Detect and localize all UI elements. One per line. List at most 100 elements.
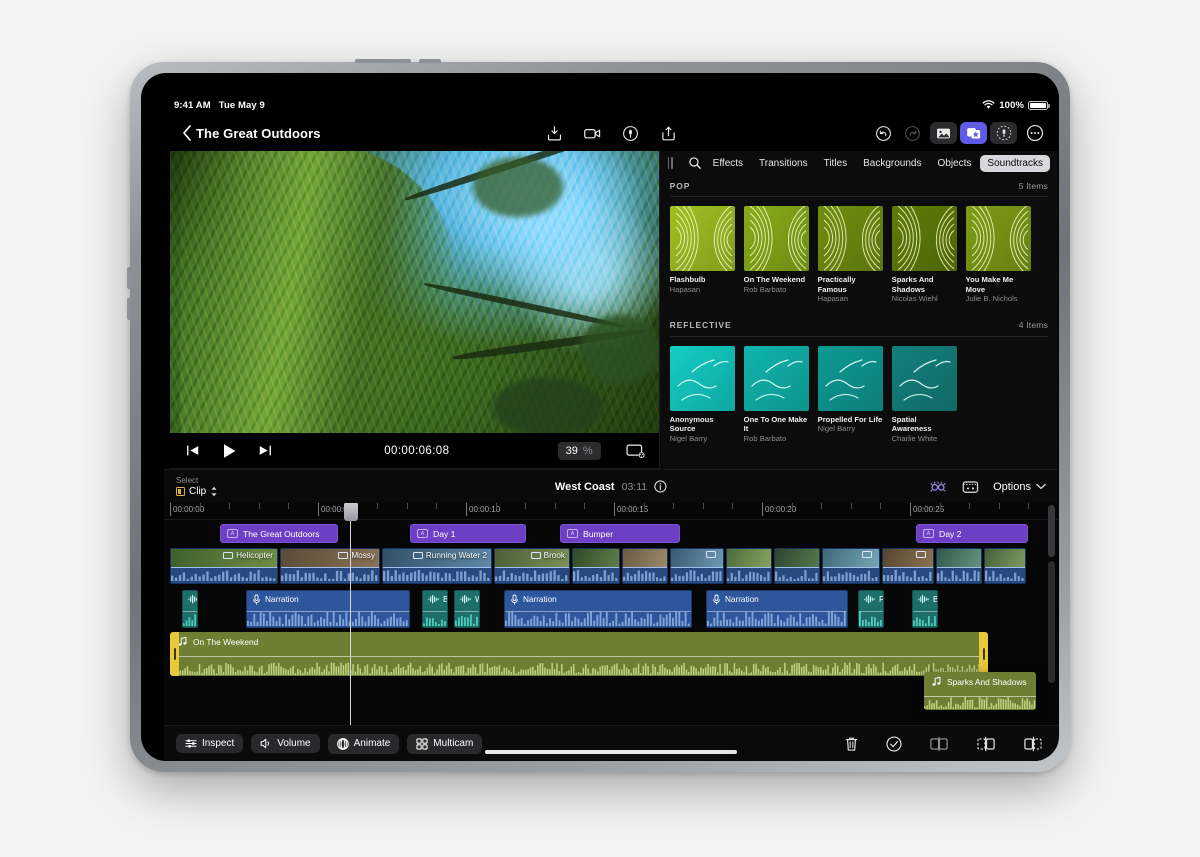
audio-icon[interactable] bbox=[990, 122, 1017, 144]
import-media-icon[interactable] bbox=[543, 122, 565, 144]
trim-start-icon[interactable] bbox=[973, 733, 999, 755]
soundtrack-card[interactable]: Practically FamousHapasan bbox=[818, 206, 883, 304]
video-clip[interactable] bbox=[882, 548, 934, 584]
approve-icon[interactable] bbox=[883, 733, 905, 755]
browser-tab-bar: Effects Transitions Titles Backgrounds O… bbox=[660, 151, 1058, 175]
timeline-scrollbar-track[interactable] bbox=[1048, 561, 1055, 683]
microphone-icon bbox=[510, 594, 519, 605]
playhead-handle[interactable] bbox=[344, 503, 358, 521]
options-button[interactable]: Options bbox=[993, 481, 1046, 493]
title-clip[interactable]: ADay 2 bbox=[916, 524, 1028, 543]
soundtrack-card[interactable]: One To One Make ItRob Barbato bbox=[744, 346, 809, 444]
inspect-button[interactable]: Inspect bbox=[176, 734, 243, 753]
multicam-button[interactable]: Multicam bbox=[407, 734, 482, 754]
selection-mode-control[interactable]: Select Clip bbox=[176, 476, 218, 497]
ruler-subtick bbox=[377, 503, 378, 509]
browser-icon[interactable] bbox=[960, 122, 987, 144]
record-video-icon[interactable] bbox=[581, 122, 603, 144]
home-indicator[interactable] bbox=[485, 750, 737, 754]
tab-transitions[interactable]: Transitions bbox=[752, 155, 815, 172]
video-clip[interactable] bbox=[822, 548, 880, 584]
soundtrack-title: Sparks And Shadows bbox=[892, 275, 957, 294]
sound-effect-clip[interactable]: Bir bbox=[912, 590, 938, 628]
soundtrack-card[interactable]: Sparks And ShadowsNicolas Wiehl bbox=[892, 206, 957, 304]
soundtrack-card[interactable]: Spatial AwarenessCharlie White bbox=[892, 346, 957, 444]
title-clip[interactable]: ADay 1 bbox=[410, 524, 526, 543]
video-clip[interactable]: Running Water 2 bbox=[382, 548, 492, 584]
soundtrack-card[interactable]: FlashbulbHapasan bbox=[670, 206, 735, 304]
clip-thumbnail bbox=[623, 549, 667, 567]
more-icon[interactable] bbox=[1024, 122, 1046, 144]
volume-button[interactable]: Volume bbox=[251, 734, 319, 753]
soundtrack-artist: Charlie White bbox=[892, 434, 957, 444]
video-clip[interactable] bbox=[936, 548, 982, 584]
voiceover-icon[interactable] bbox=[619, 122, 641, 144]
drag-handle-icon[interactable] bbox=[668, 157, 678, 169]
redo-icon[interactable] bbox=[901, 122, 923, 144]
title-clip[interactable]: ABumper bbox=[560, 524, 680, 543]
share-icon[interactable] bbox=[657, 122, 679, 144]
soundtrack-card[interactable]: Propelled For LifeNigel Barry bbox=[818, 346, 883, 444]
soundtrack-card[interactable]: You Make Me MoveJulie B. Nichols bbox=[966, 206, 1031, 304]
magic-movie-icon[interactable] bbox=[928, 479, 948, 495]
video-clip[interactable] bbox=[670, 548, 724, 584]
project-info: West Coast 03:11 bbox=[555, 480, 667, 493]
status-date: Tue May 9 bbox=[219, 100, 265, 111]
skip-back-icon[interactable] bbox=[182, 440, 204, 462]
narration-clip[interactable]: Narration bbox=[504, 590, 692, 628]
play-icon[interactable] bbox=[218, 440, 240, 462]
video-preview[interactable] bbox=[170, 151, 659, 433]
soundtrack-card[interactable]: On The WeekendRob Barbato bbox=[744, 206, 809, 304]
split-icon[interactable] bbox=[926, 733, 952, 755]
search-icon[interactable] bbox=[686, 152, 704, 174]
music-clip[interactable]: On The Weekend bbox=[170, 632, 988, 676]
video-clip[interactable] bbox=[774, 548, 820, 584]
device-power-button[interactable] bbox=[419, 59, 441, 63]
device-volume-down-button[interactable] bbox=[127, 298, 131, 320]
timeline-scrollbar[interactable] bbox=[1048, 505, 1055, 557]
music-clip[interactable]: Sparks And Shadows bbox=[924, 672, 1036, 710]
tab-objects[interactable]: Objects bbox=[931, 155, 979, 172]
info-icon[interactable] bbox=[654, 480, 667, 493]
playhead[interactable] bbox=[350, 503, 351, 725]
delete-icon[interactable] bbox=[840, 733, 862, 755]
sound-effect-clip[interactable]: W bbox=[454, 590, 480, 628]
device-top-button[interactable] bbox=[355, 59, 411, 63]
timeline[interactable]: 00:00:0000:00:0500:00:1000:00:1500:00:20… bbox=[164, 503, 1058, 725]
sound-effect-clip[interactable]: Fo bbox=[858, 590, 884, 628]
display-options-icon[interactable] bbox=[625, 440, 647, 462]
timeline-ruler[interactable]: 00:00:0000:00:0500:00:1000:00:1500:00:20… bbox=[164, 503, 1058, 520]
sound-effect-clip[interactable] bbox=[182, 590, 198, 628]
storyboard-icon[interactable] bbox=[961, 479, 980, 495]
soundtrack-card[interactable]: Anonymous SourceNigel Barry bbox=[670, 346, 735, 444]
sound-effect-clip[interactable]: Bir bbox=[422, 590, 448, 628]
title-clip[interactable]: AThe Great Outdoors bbox=[220, 524, 338, 543]
video-clip[interactable]: Mossy bbox=[280, 548, 380, 584]
timecode-display[interactable]: 00:00:06:08 bbox=[375, 442, 458, 460]
video-clip[interactable] bbox=[572, 548, 620, 584]
video-clip[interactable] bbox=[622, 548, 668, 584]
media-library-icon[interactable] bbox=[930, 122, 957, 144]
music-clip-trim-start[interactable] bbox=[170, 632, 179, 676]
video-clip[interactable]: Brook bbox=[494, 548, 570, 584]
music-clip-trim-end[interactable] bbox=[979, 632, 988, 676]
narration-clip[interactable]: Narration bbox=[706, 590, 848, 628]
video-clip[interactable]: Helicopter bbox=[170, 548, 278, 584]
video-clip[interactable] bbox=[726, 548, 772, 584]
clip-waveform bbox=[859, 610, 883, 627]
tab-backgrounds[interactable]: Backgrounds bbox=[856, 155, 928, 172]
tab-soundtracks[interactable]: Soundtracks bbox=[980, 155, 1050, 172]
tab-titles[interactable]: Titles bbox=[817, 155, 855, 172]
undo-icon[interactable] bbox=[872, 122, 894, 144]
animate-icon bbox=[337, 738, 349, 750]
trim-end-icon[interactable] bbox=[1020, 733, 1046, 755]
zoom-level-field[interactable]: 39 % bbox=[558, 442, 601, 460]
skip-forward-icon[interactable] bbox=[254, 440, 276, 462]
tab-effects[interactable]: Effects bbox=[706, 155, 750, 172]
video-clip[interactable] bbox=[984, 548, 1026, 584]
back-button[interactable]: The Great Outdoors bbox=[176, 123, 327, 143]
clip-waveform bbox=[183, 610, 197, 627]
narration-clip[interactable]: Narration bbox=[246, 590, 410, 628]
device-volume-up-button[interactable] bbox=[127, 267, 131, 289]
animate-button[interactable]: Animate bbox=[328, 734, 400, 754]
